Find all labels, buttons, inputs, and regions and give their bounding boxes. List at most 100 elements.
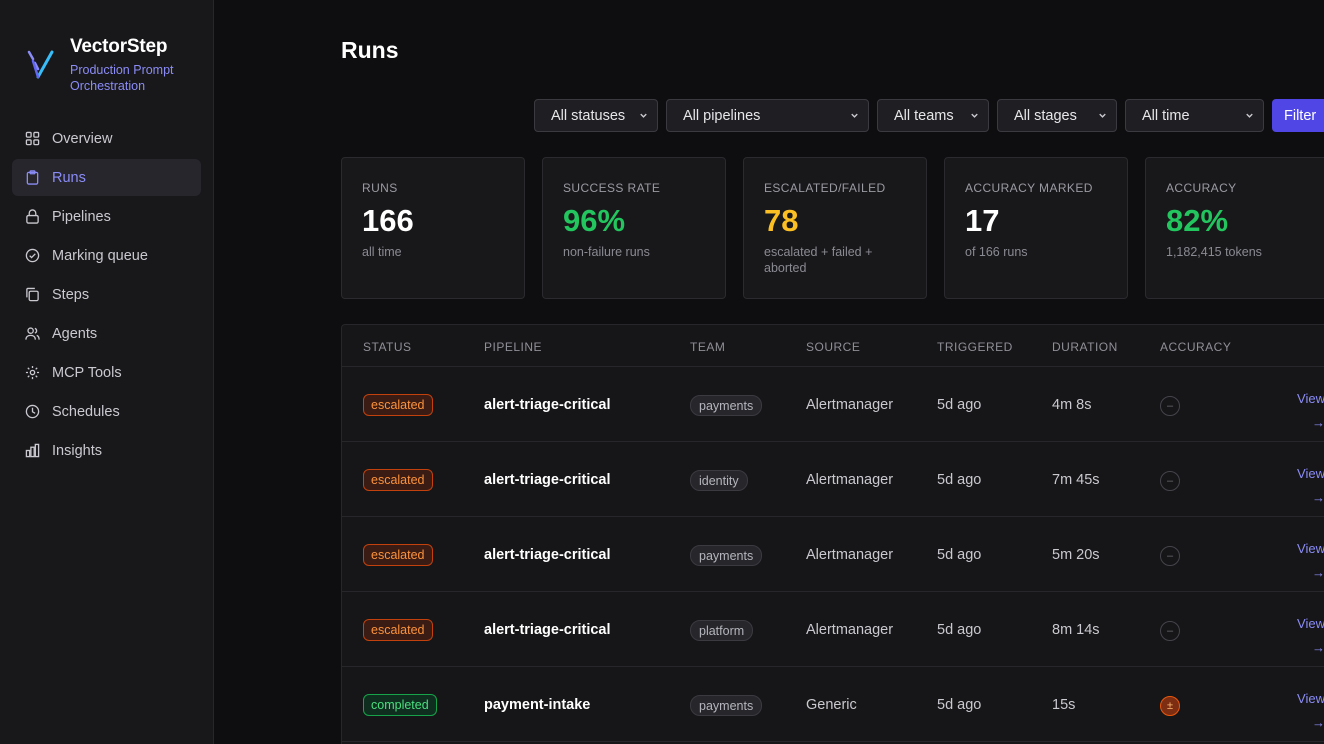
view-link-label: View [1297, 466, 1324, 481]
filter-bar: All statuses All pipelines All teams All… [534, 99, 1324, 132]
users-icon [25, 326, 40, 341]
sidebar-item-label: Agents [52, 325, 98, 342]
pipeline-name: alert-triage-critical [484, 397, 611, 413]
accuracy-indicator: – [1160, 546, 1180, 566]
sidebar-item-runs[interactable]: Runs [12, 159, 201, 196]
arrow-right-icon: → [1312, 565, 1324, 580]
status-badge: escalated [363, 394, 433, 416]
stats-row: RUNS 166 all time SUCCESS RATE 96% non-f… [341, 157, 1324, 299]
sidebar-item-schedules[interactable]: Schedules [12, 393, 201, 430]
team-tag: payments [690, 545, 763, 566]
duration-cell: 8m 14s [1052, 622, 1100, 638]
select-value: All pipelines [683, 107, 761, 124]
view-link-label: View [1297, 691, 1324, 706]
check-circle-icon [25, 248, 40, 263]
accuracy-indicator: – [1160, 471, 1180, 491]
table-row[interactable]: escalated alert-triage-critical payments… [342, 367, 1324, 442]
team-filter-select[interactable]: All teams [877, 99, 989, 132]
select-value: All teams [894, 107, 954, 124]
table-row[interactable]: escalated alert-triage-critical platform… [342, 592, 1324, 667]
sidebar-item-marking-queue[interactable]: Marking queue [12, 237, 201, 274]
chevron-down-icon [1246, 113, 1253, 118]
sidebar-item-insights[interactable]: Insights [12, 432, 201, 469]
sidebar-item-agents[interactable]: Agents [12, 315, 201, 352]
accuracy-indicator: – [1160, 396, 1180, 416]
lock-icon [25, 209, 40, 224]
view-link[interactable]: View → [1281, 537, 1324, 585]
status-filter-select[interactable]: All statuses [534, 99, 658, 132]
stat-sub: escalated + failed + aborted [764, 245, 873, 275]
stat-value: 17 [965, 203, 1000, 238]
status-badge: escalated [363, 619, 433, 641]
duration-cell: 7m 45s [1052, 472, 1100, 488]
column-header-status[interactable]: STATUS [363, 340, 412, 354]
sidebar-item-label: Schedules [52, 403, 120, 420]
sidebar-item-label: Overview [52, 130, 113, 147]
team-tag: identity [690, 470, 748, 491]
arrow-right-icon: → [1312, 490, 1324, 505]
table-row[interactable]: escalated alert-triage-critical payments… [342, 517, 1324, 592]
time-filter-select[interactable]: All time [1125, 99, 1264, 132]
source-cell: Generic [806, 697, 857, 713]
stat-sub: non-failure runs [563, 245, 650, 259]
filter-button[interactable]: Filter [1272, 99, 1324, 132]
grid-icon [25, 131, 40, 146]
runs-table: STATUS PIPELINE TEAM SOURCE TRIGGERED DU… [341, 324, 1324, 744]
view-link-label: View [1297, 616, 1324, 631]
vectorstep-logo-icon [27, 50, 54, 79]
column-header-pipeline[interactable]: PIPELINE [484, 340, 542, 354]
table-row[interactable]: completed payment-intake payments Generi… [342, 667, 1324, 742]
status-badge: escalated [363, 469, 433, 491]
arrow-right-icon: → [1312, 640, 1324, 655]
gear-icon [25, 365, 40, 380]
triggered-cell: 5d ago [937, 472, 982, 488]
triggered-cell: 5d ago [937, 697, 982, 713]
select-value: All statuses [551, 107, 626, 124]
stat-sub: of 166 runs [965, 245, 1028, 259]
stat-sub: all time [362, 245, 402, 259]
column-header-triggered[interactable]: TRIGGERED [937, 340, 1013, 354]
sidebar-item-overview[interactable]: Overview [12, 120, 201, 157]
pipeline-name: alert-triage-critical [484, 547, 611, 563]
status-badge: escalated [363, 544, 433, 566]
page-title: Runs [341, 37, 399, 63]
sidebar-item-pipelines[interactable]: Pipelines [12, 198, 201, 235]
column-header-accuracy[interactable]: ACCURACY [1160, 340, 1231, 354]
arrow-right-icon: → [1312, 715, 1324, 730]
stat-value: 96% [563, 203, 626, 238]
stage-filter-select[interactable]: All stages [997, 99, 1117, 132]
sidebar-item-label: Steps [52, 286, 90, 303]
select-value: All stages [1014, 107, 1077, 124]
brand-name: VectorStep [70, 36, 168, 57]
arrow-right-icon: → [1312, 415, 1324, 430]
source-cell: Alertmanager [806, 547, 894, 563]
duration-cell: 15s [1052, 697, 1076, 713]
status-badge: completed [363, 694, 437, 716]
chevron-down-icon [971, 113, 978, 118]
pipeline-filter-select[interactable]: All pipelines [666, 99, 869, 132]
view-link[interactable]: View → [1281, 462, 1324, 510]
column-header-duration[interactable]: DURATION [1052, 340, 1118, 354]
clock-icon [25, 404, 40, 419]
sidebar-item-steps[interactable]: Steps [12, 276, 201, 313]
table-row[interactable]: escalated alert-triage-critical identity… [342, 442, 1324, 517]
stat-label: ACCURACY MARKED [965, 181, 1093, 195]
stat-value: 82% [1166, 203, 1229, 238]
column-header-team[interactable]: TEAM [690, 340, 725, 354]
sidebar-item-mcp-tools[interactable]: MCP Tools [12, 354, 201, 391]
source-cell: Alertmanager [806, 472, 894, 488]
pipeline-name: payment-intake [484, 697, 591, 713]
stat-label: SUCCESS RATE [563, 181, 661, 195]
brand[interactable]: VectorStep Production Prompt Orchestrati… [24, 36, 190, 94]
view-link[interactable]: View → [1281, 387, 1324, 435]
accuracy-indicator: – [1160, 621, 1180, 641]
stat-value: 166 [362, 203, 414, 238]
column-header-source[interactable]: SOURCE [806, 340, 860, 354]
sidebar-item-label: MCP Tools [52, 364, 122, 381]
chevron-down-icon [1099, 113, 1106, 118]
chevron-down-icon [640, 113, 647, 118]
chevron-down-icon [851, 113, 858, 118]
duration-cell: 4m 8s [1052, 397, 1092, 413]
view-link[interactable]: View → [1281, 612, 1324, 660]
view-link[interactable]: View → [1281, 687, 1324, 735]
